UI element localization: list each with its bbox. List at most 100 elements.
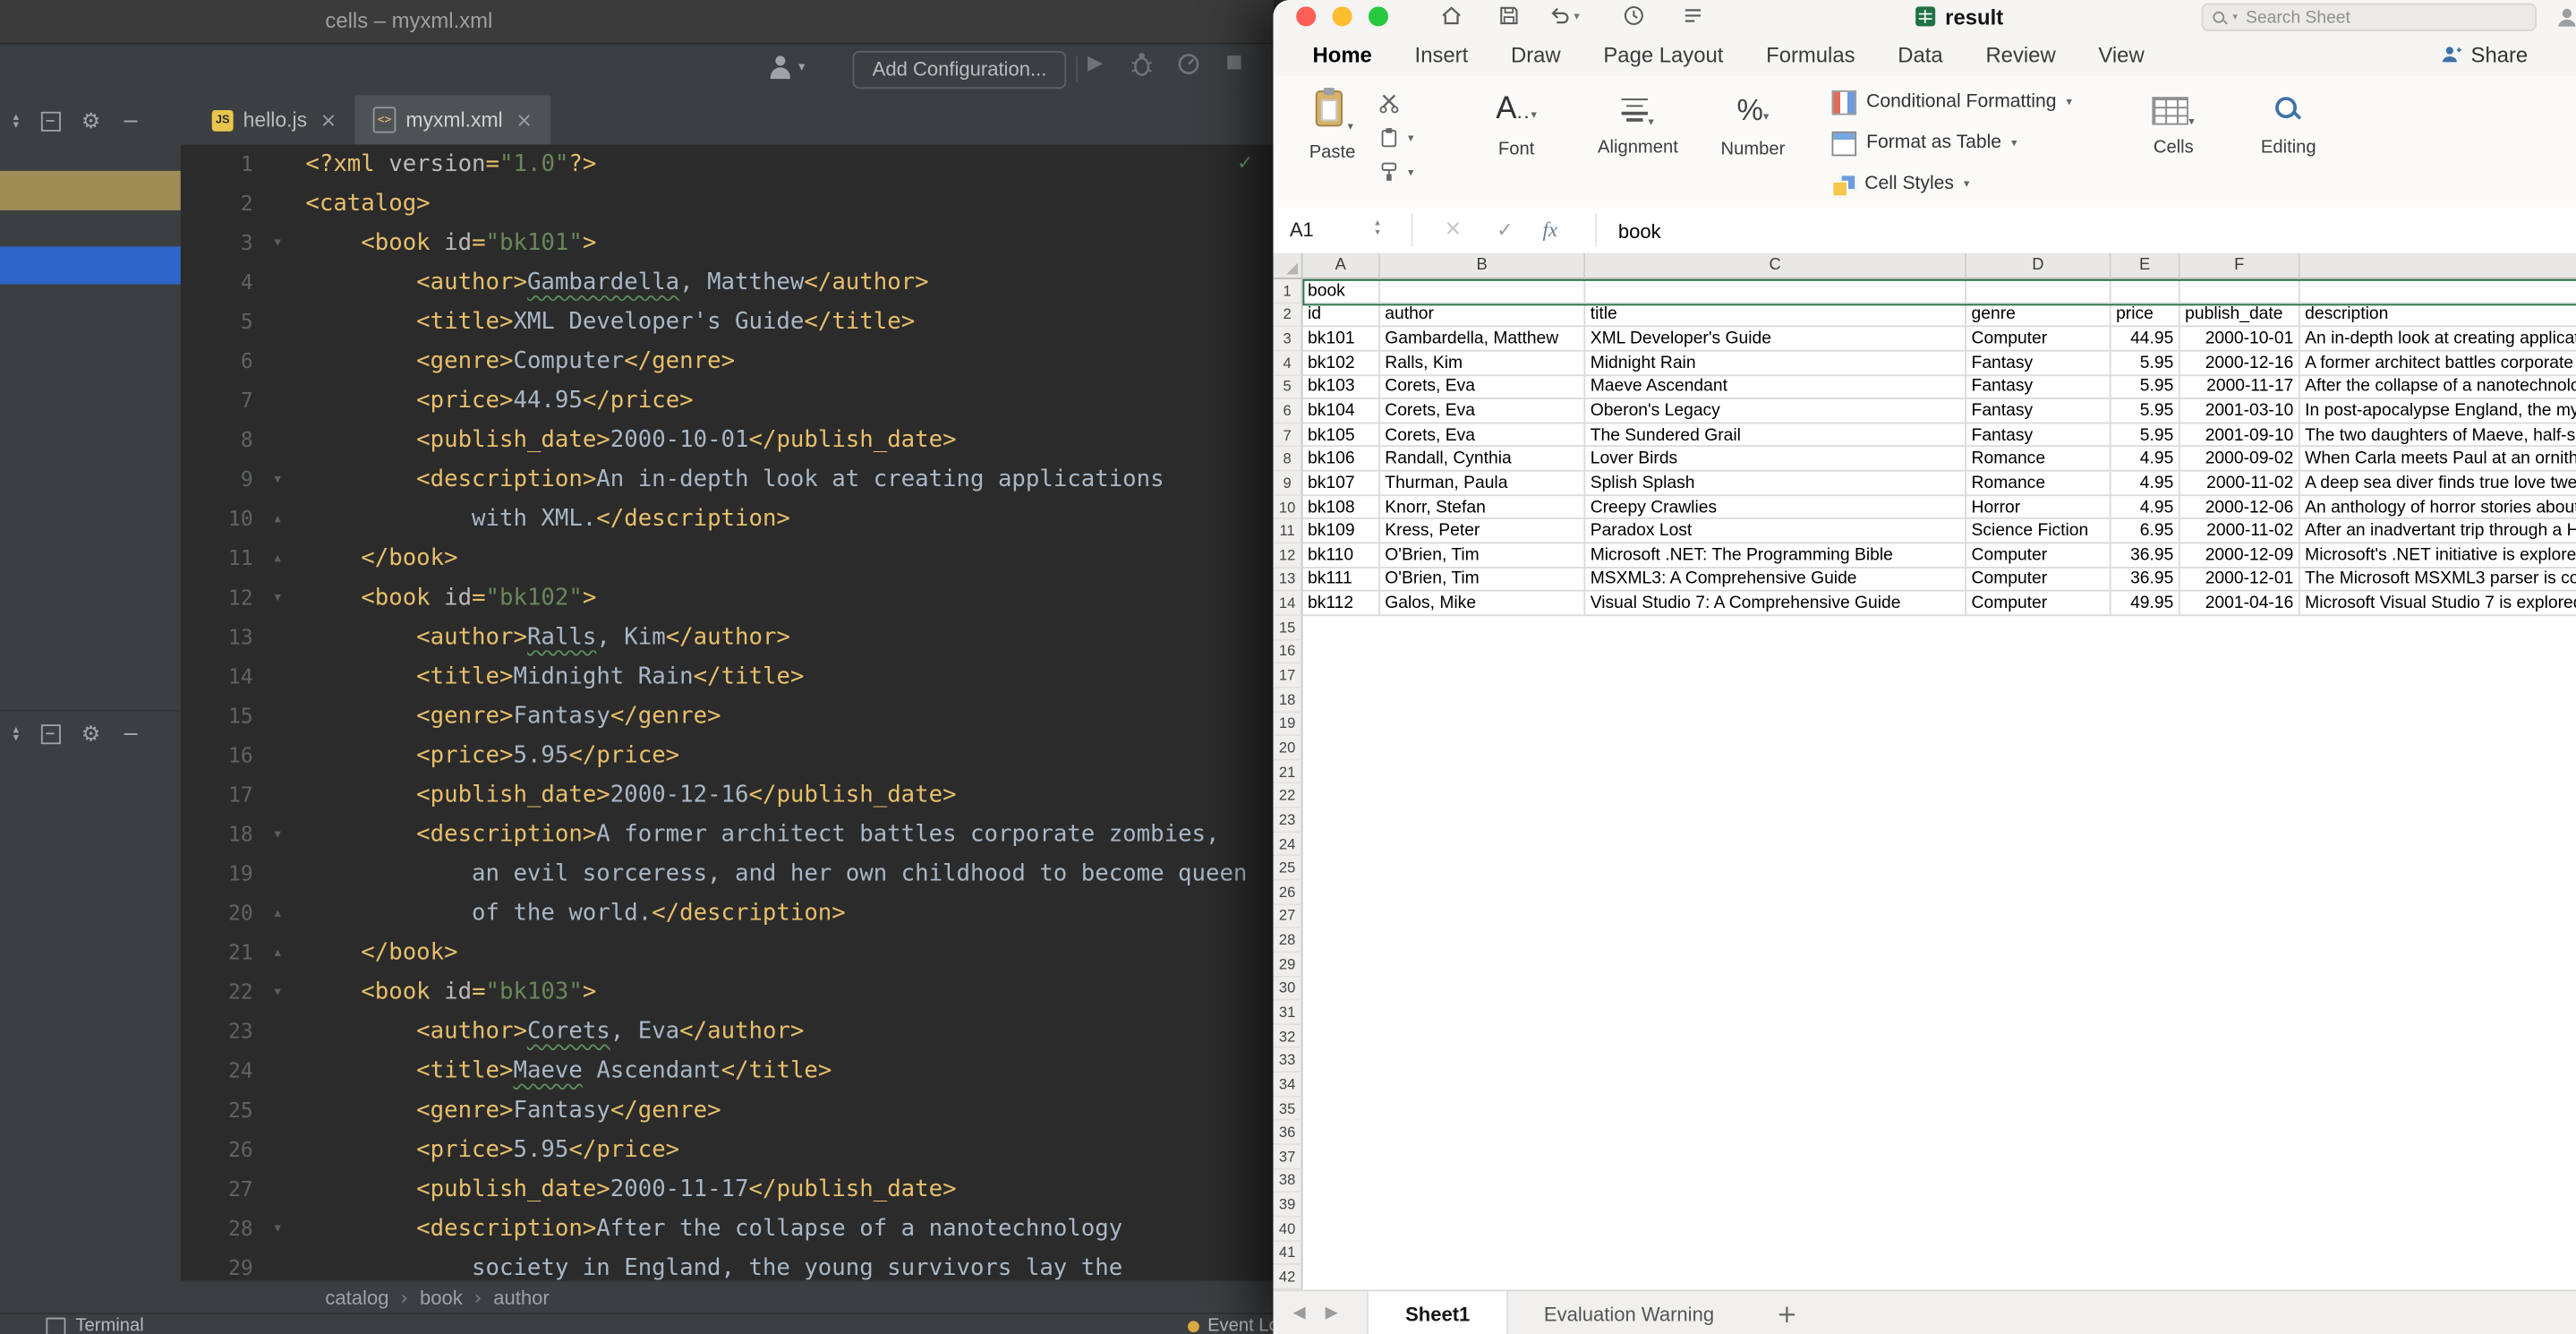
row-header[interactable]: 28 (1273, 928, 1302, 953)
row-header[interactable]: 13 (1273, 568, 1302, 592)
user-menu-button[interactable]: ▾ (769, 56, 818, 85)
grid-cell[interactable]: genre (1966, 304, 2111, 328)
editor-line[interactable]: 3▾ <book id="bk101"> (181, 224, 1274, 263)
breadcrumb-item[interactable]: author (493, 1287, 549, 1310)
grid-cell[interactable]: id (1303, 304, 1380, 328)
grid-cell[interactable]: XML Developer's Guide (1585, 328, 1966, 352)
sort-icon[interactable]: ▴▾ (13, 726, 19, 742)
undo-dropdown-icon[interactable]: ▾ (1574, 10, 1579, 23)
search-input[interactable] (2242, 5, 2527, 29)
search-field[interactable]: ▾ (2202, 4, 2537, 31)
grid-cell[interactable]: 2000-12-06 (2180, 496, 2300, 520)
grid-cell[interactable]: bk107 (1303, 472, 1380, 496)
grid-cell[interactable]: A deep sea diver finds true love twenty … (2300, 472, 2576, 496)
grid-cell[interactable]: Fantasy (1966, 375, 2111, 399)
fold-marker-icon[interactable]: ▾ (275, 460, 281, 500)
grid-cell[interactable]: When Carla meets Paul at an ornithology … (2300, 448, 2576, 472)
close-icon[interactable]: × (516, 108, 532, 132)
row-header[interactable]: 14 (1273, 592, 1302, 616)
gear-icon[interactable]: ⚙ (81, 109, 100, 134)
column-header-b[interactable]: B (1380, 253, 1585, 279)
grid-cell[interactable]: bk112 (1303, 592, 1380, 616)
row-header[interactable]: 11 (1273, 520, 1302, 544)
row-header[interactable]: 42 (1273, 1265, 1302, 1289)
format-as-table-button[interactable]: Format as Table ▾ (1832, 128, 2017, 158)
grid-cell[interactable]: O'Brien, Tim (1380, 568, 1585, 592)
row-header[interactable]: 5 (1273, 375, 1302, 399)
add-configuration-button[interactable]: Add Configuration... (853, 51, 1067, 89)
grid-cell[interactable]: Corets, Eva (1380, 375, 1585, 399)
grid-cell[interactable]: Fantasy (1966, 423, 2111, 448)
grid-cell[interactable]: Lover Birds (1585, 448, 1966, 472)
add-sheet-button[interactable]: + (1777, 1299, 1797, 1329)
grid-cell[interactable]: bk108 (1303, 496, 1380, 520)
grid-cell[interactable]: Corets, Eva (1380, 423, 1585, 448)
grid-cell[interactable]: bk101 (1303, 328, 1380, 352)
grid-cell[interactable]: 2000-11-02 (2180, 520, 2300, 544)
grid-cell[interactable]: Gambardella, Matthew (1380, 328, 1585, 352)
format-painter-button[interactable]: ▾ (1378, 154, 1444, 189)
grid-cell[interactable]: Science Fiction (1966, 520, 2111, 544)
ribbon-tab-home[interactable]: Home (1313, 42, 1372, 67)
grid-cell[interactable] (1966, 279, 2111, 304)
editor-line[interactable]: 4 <author>Gambardella, Matthew</author> (181, 263, 1274, 303)
grid-cell[interactable]: 2000-12-16 (2180, 352, 2300, 376)
collapse-all-icon[interactable] (40, 724, 60, 744)
grid-cell[interactable]: Splish Splash (1585, 472, 1966, 496)
cancel-icon[interactable]: × (1444, 207, 1462, 252)
ribbon-tab-review[interactable]: Review (1985, 42, 2055, 67)
sheet-tab-evaluation-warning[interactable]: Evaluation Warning (1508, 1291, 1751, 1334)
column-header[interactable] (2300, 253, 2576, 279)
select-all-corner[interactable] (1273, 253, 1302, 279)
grid-cell[interactable]: 2000-12-09 (2180, 543, 2300, 568)
debug-icon[interactable] (1130, 51, 1154, 86)
grid-cell[interactable]: bk111 (1303, 568, 1380, 592)
editor-line[interactable]: 13 <author>Ralls, Kim</author> (181, 618, 1274, 657)
editor-line[interactable]: 8 <publish_date>2000-10-01</publish_date… (181, 421, 1274, 460)
ribbon-tab-draw[interactable]: Draw (1511, 42, 1561, 67)
editor-line[interactable]: 27 <publish_date>2000-11-17</publish_dat… (181, 1170, 1274, 1210)
ribbon-tab-view[interactable]: View (2098, 42, 2144, 67)
row-header[interactable]: 35 (1273, 1097, 1302, 1121)
editor-line[interactable]: 25 <genre>Fantasy</genre> (181, 1090, 1274, 1130)
grid-cell[interactable]: author (1380, 304, 1585, 328)
breadcrumb-item[interactable]: book (420, 1287, 463, 1310)
row-header[interactable]: 32 (1273, 1025, 1302, 1049)
tab-hello-js[interactable]: JS hello.js × (194, 95, 355, 144)
history-icon[interactable] (1622, 4, 1647, 37)
grid-cell[interactable]: Corets, Eva (1380, 399, 1585, 423)
grid-cell[interactable]: bk102 (1303, 352, 1380, 376)
grid-cell[interactable]: 2000-11-02 (2180, 472, 2300, 496)
grid-cell[interactable]: Galos, Mike (1380, 592, 1585, 616)
grid-cell[interactable]: Horror (1966, 496, 2111, 520)
editor-line[interactable]: 10▴ with XML.</description> (181, 500, 1274, 539)
grid-cell[interactable]: Randall, Cynthia (1380, 448, 1585, 472)
grid-cell[interactable]: 2001-04-16 (2180, 592, 2300, 616)
cells-group-button[interactable]: ▾ Cells (2134, 85, 2213, 158)
grid-cell[interactable]: After the collapse of a nanotechnology s… (2300, 375, 2576, 399)
grid-cell[interactable]: 49.95 (2111, 592, 2180, 616)
grid-cell[interactable]: Visual Studio 7: A Comprehensive Guide (1585, 592, 1966, 616)
column-header-a[interactable]: A (1303, 253, 1380, 279)
row-header[interactable]: 1 (1273, 279, 1302, 304)
grid-cell[interactable]: 5.95 (2111, 399, 2180, 423)
row-header[interactable]: 41 (1273, 1241, 1302, 1265)
grid-cell[interactable]: description (2300, 304, 2576, 328)
cut-button[interactable] (1378, 85, 1444, 120)
fold-marker-icon[interactable]: ▾ (275, 1210, 281, 1249)
share-button[interactable]: Share (2440, 33, 2529, 76)
grid-cell[interactable]: 36.95 (2111, 568, 2180, 592)
editor-line[interactable]: 20▴ of the world.</description> (181, 894, 1274, 933)
grid-cell[interactable]: An anthology of horror stories about roa… (2300, 496, 2576, 520)
editor-line[interactable]: 19 an evil sorceress, and her own childh… (181, 854, 1274, 894)
row-header[interactable]: 17 (1273, 664, 1302, 688)
prev-sheet-icon[interactable]: ◀ (1293, 1304, 1306, 1322)
confirm-icon[interactable]: ✓ (1497, 207, 1513, 252)
fold-marker-icon[interactable]: ▾ (275, 815, 281, 854)
grid-cell[interactable]: price (2111, 304, 2180, 328)
grid-cell[interactable] (1380, 279, 1585, 304)
row-header[interactable]: 16 (1273, 640, 1302, 664)
fold-marker-icon[interactable]: ▴ (275, 933, 281, 972)
grid-cell[interactable]: Maeve Ascendant (1585, 375, 1966, 399)
editing-group-button[interactable]: Editing (2246, 85, 2331, 158)
